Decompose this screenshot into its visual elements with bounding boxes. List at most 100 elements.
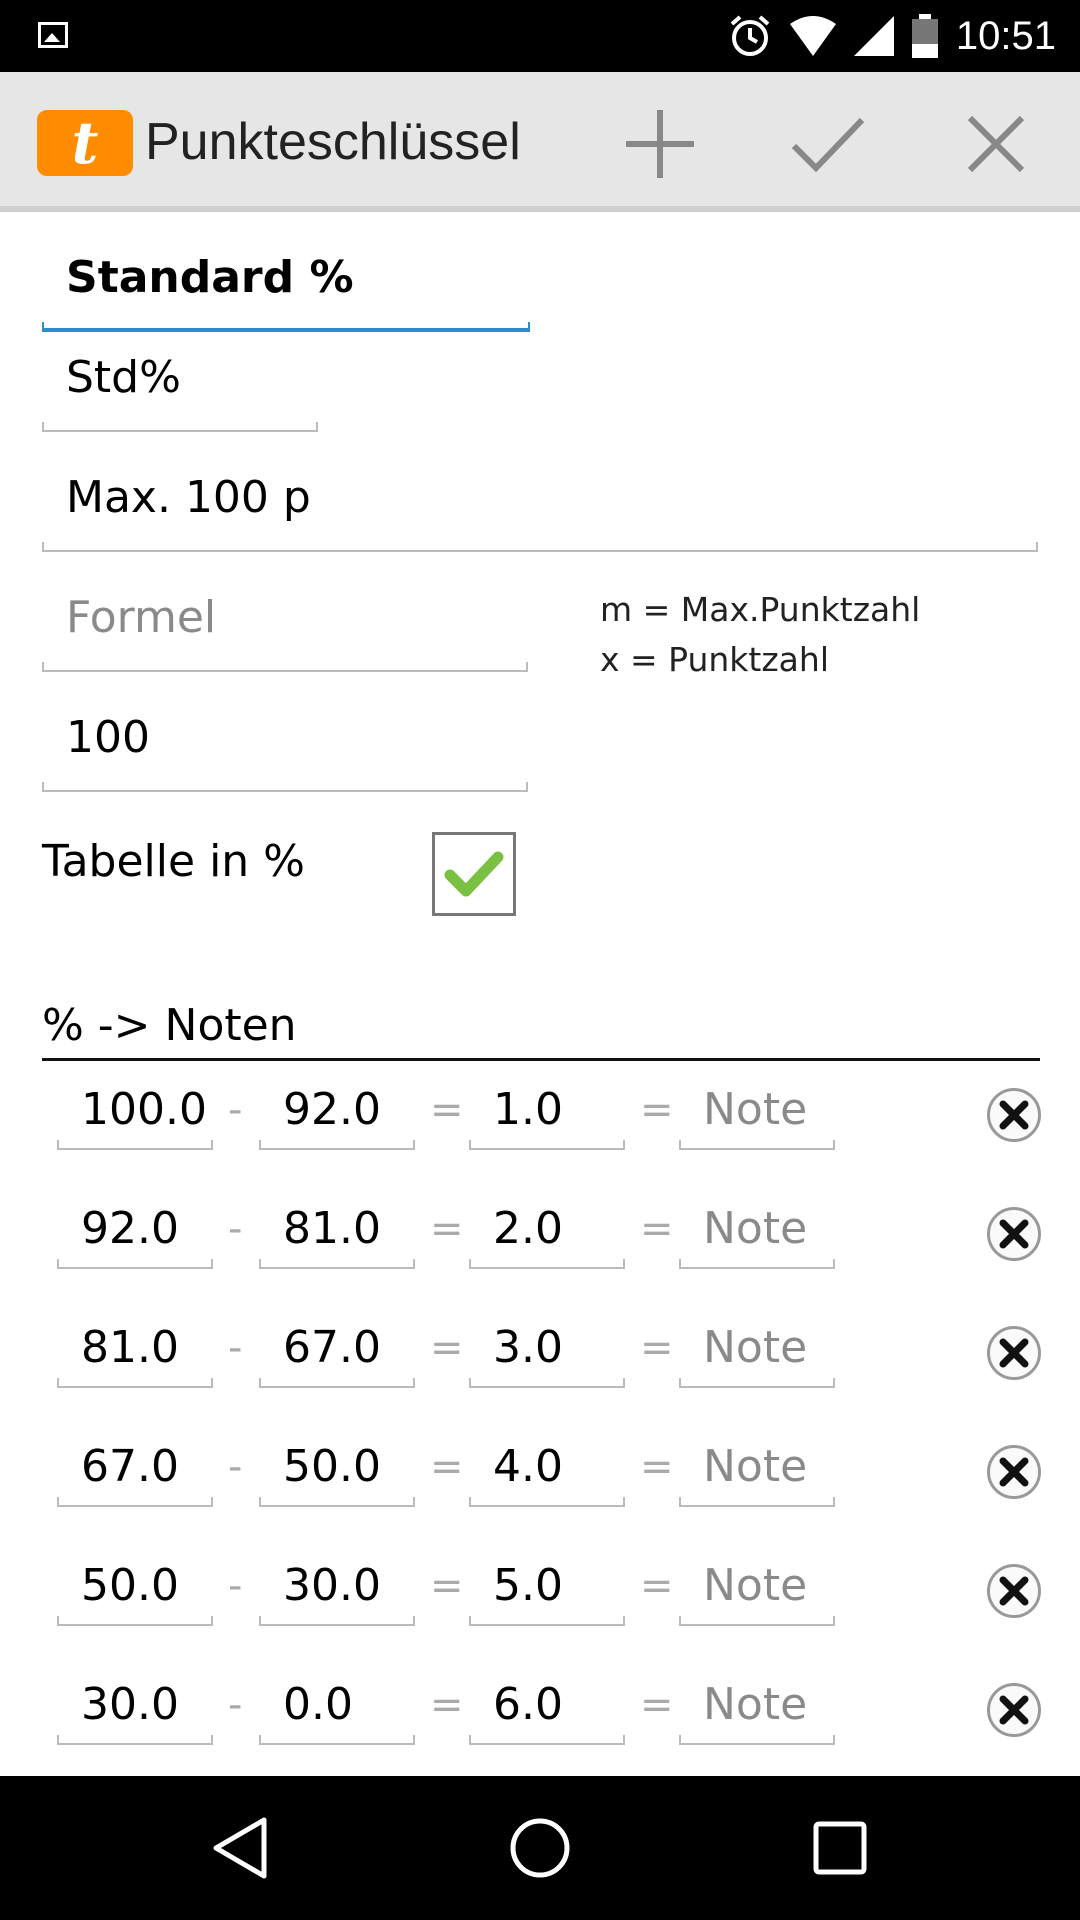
delete-row-button[interactable] bbox=[987, 1683, 1041, 1737]
delete-row-button[interactable] bbox=[987, 1445, 1041, 1499]
formula-field[interactable]: Formel bbox=[42, 592, 528, 672]
grade-value: 2.0 bbox=[493, 1203, 563, 1254]
image-icon bbox=[38, 22, 68, 48]
grade-field[interactable]: 6.0 bbox=[469, 1665, 625, 1745]
grade-row: 30.0 -0.0 = 6.0 = Note bbox=[0, 1665, 1080, 1775]
note-placeholder: Note bbox=[703, 1084, 808, 1135]
range-from-field[interactable]: 92.0 bbox=[57, 1189, 213, 1269]
home-icon bbox=[510, 1818, 570, 1878]
range-to-value: 92.0 bbox=[283, 1084, 381, 1135]
range-dash: - bbox=[228, 1444, 243, 1490]
range-to-field[interactable]: 81.0 bbox=[259, 1189, 415, 1269]
range-equals: = bbox=[430, 1682, 464, 1728]
recents-icon bbox=[813, 1821, 867, 1875]
name-value: Standard % bbox=[66, 252, 354, 303]
max-points-field[interactable]: 100 bbox=[42, 712, 528, 792]
name-field[interactable]: Standard % bbox=[42, 252, 530, 332]
note-equals: = bbox=[640, 1444, 674, 1490]
status-bar: 10:51 bbox=[0, 0, 1080, 72]
formula-hint-max: m = Max.Punktzahl bbox=[600, 590, 921, 629]
note-equals: = bbox=[640, 1563, 674, 1609]
range-from-value: 81.0 bbox=[81, 1322, 179, 1373]
range-to-field[interactable]: 0.0 bbox=[259, 1665, 415, 1745]
range-from-field[interactable]: 30.0 bbox=[57, 1665, 213, 1745]
range-dash: - bbox=[228, 1682, 243, 1728]
confirm-icon bbox=[791, 117, 865, 173]
note-placeholder: Note bbox=[703, 1560, 808, 1611]
range-from-value: 92.0 bbox=[81, 1203, 179, 1254]
grade-row: 100.0-92.0 = 1.0 = Note bbox=[0, 1070, 1080, 1180]
short-name-field[interactable]: Std% bbox=[42, 352, 318, 432]
note-field[interactable]: Note bbox=[679, 1427, 835, 1507]
note-field[interactable]: Note bbox=[679, 1070, 835, 1150]
range-from-field[interactable]: 50.0 bbox=[57, 1546, 213, 1626]
range-dash: - bbox=[228, 1206, 243, 1252]
formula-hint-points: x = Punktzahl bbox=[600, 640, 829, 679]
close-button[interactable] bbox=[954, 102, 1038, 186]
range-to-field[interactable]: 30.0 bbox=[259, 1546, 415, 1626]
delete-icon bbox=[999, 1100, 1029, 1130]
range-dash: - bbox=[228, 1563, 243, 1609]
range-to-field[interactable]: 67.0 bbox=[259, 1308, 415, 1388]
range-to-field[interactable]: 92.0 bbox=[259, 1070, 415, 1150]
note-field[interactable]: Note bbox=[679, 1189, 835, 1269]
note-equals: = bbox=[640, 1087, 674, 1133]
description-value: Max. 100 p bbox=[66, 472, 311, 523]
note-field[interactable]: Note bbox=[679, 1308, 835, 1388]
percent-table-checkbox[interactable] bbox=[432, 832, 516, 916]
page-title: Punkteschlüssel bbox=[145, 113, 521, 171]
range-to-value: 30.0 bbox=[283, 1560, 381, 1611]
grade-field[interactable]: 2.0 bbox=[469, 1189, 625, 1269]
range-from-value: 100.0 bbox=[81, 1084, 207, 1135]
grade-field[interactable]: 1.0 bbox=[469, 1070, 625, 1150]
grade-value: 4.0 bbox=[493, 1441, 563, 1492]
delete-icon bbox=[999, 1338, 1029, 1368]
range-to-value: 81.0 bbox=[283, 1203, 381, 1254]
check-icon bbox=[444, 851, 504, 897]
delete-icon bbox=[999, 1695, 1029, 1725]
range-equals: = bbox=[430, 1206, 464, 1252]
alarm-icon bbox=[730, 15, 770, 56]
back-icon bbox=[213, 1817, 267, 1879]
app-logo[interactable]: t bbox=[37, 110, 133, 176]
range-equals: = bbox=[430, 1325, 464, 1371]
note-placeholder: Note bbox=[703, 1441, 808, 1492]
grade-field[interactable]: 5.0 bbox=[469, 1546, 625, 1626]
range-from-field[interactable]: 67.0 bbox=[57, 1427, 213, 1507]
note-placeholder: Note bbox=[703, 1203, 808, 1254]
note-placeholder: Note bbox=[703, 1679, 808, 1730]
delete-row-button[interactable] bbox=[987, 1326, 1041, 1380]
description-field[interactable]: Max. 100 p bbox=[42, 472, 1038, 552]
grade-field[interactable]: 3.0 bbox=[469, 1308, 625, 1388]
back-button[interactable] bbox=[204, 1812, 276, 1884]
range-equals: = bbox=[430, 1444, 464, 1490]
confirm-button[interactable] bbox=[786, 102, 870, 186]
note-field[interactable]: Note bbox=[679, 1546, 835, 1626]
grade-row: 67.0 -50.0 = 4.0 = Note bbox=[0, 1427, 1080, 1537]
range-to-field[interactable]: 50.0 bbox=[259, 1427, 415, 1507]
signal-icon bbox=[853, 16, 894, 56]
home-button[interactable] bbox=[504, 1812, 576, 1884]
delete-row-button[interactable] bbox=[987, 1207, 1041, 1261]
note-field[interactable]: Note bbox=[679, 1665, 835, 1745]
delete-icon bbox=[999, 1219, 1029, 1249]
delete-icon bbox=[999, 1576, 1029, 1606]
recents-button[interactable] bbox=[804, 1812, 876, 1884]
formula-placeholder: Formel bbox=[66, 592, 217, 643]
grades-section-header: % -> Noten bbox=[42, 1000, 1040, 1061]
note-equals: = bbox=[640, 1325, 674, 1371]
add-button[interactable] bbox=[618, 102, 702, 186]
delete-row-button[interactable] bbox=[987, 1088, 1041, 1142]
grade-field[interactable]: 4.0 bbox=[469, 1427, 625, 1507]
grade-row: 92.0 -81.0 = 2.0 = Note bbox=[0, 1189, 1080, 1299]
range-from-field[interactable]: 81.0 bbox=[57, 1308, 213, 1388]
grade-value: 6.0 bbox=[493, 1679, 563, 1730]
percent-table-label: Tabelle in % bbox=[42, 836, 305, 887]
range-equals: = bbox=[430, 1087, 464, 1133]
range-from-field[interactable]: 100.0 bbox=[57, 1070, 213, 1150]
navigation-bar bbox=[0, 1776, 1080, 1920]
short-name-value: Std% bbox=[66, 352, 181, 403]
grade-value: 3.0 bbox=[493, 1322, 563, 1373]
delete-row-button[interactable] bbox=[987, 1564, 1041, 1618]
range-to-value: 50.0 bbox=[283, 1441, 381, 1492]
